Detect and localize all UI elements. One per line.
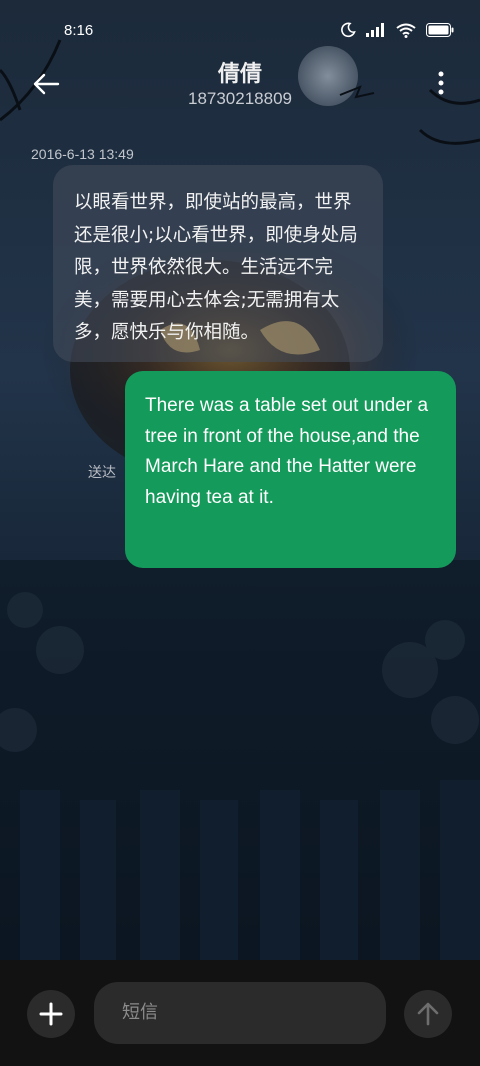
status-bar: 8:16 — [0, 0, 480, 60]
incoming-message-text: 以眼看世界，即使站的最高，世界还是很小;以心看世界，即使身处局限，世界依然很大。… — [74, 192, 358, 343]
battery-icon — [426, 23, 454, 37]
status-icons — [340, 22, 454, 38]
signal-icon — [366, 23, 384, 37]
message-timestamp: 2016-6-13 13:49 — [31, 146, 134, 162]
send-button[interactable] — [404, 990, 452, 1038]
arrow-up-icon — [417, 1002, 439, 1026]
contact-number: 18730218809 — [187, 89, 292, 108]
contact-name: 倩倩 — [217, 61, 262, 86]
status-time: 8:16 — [64, 22, 94, 39]
conversation-header: 倩倩 18730218809 — [0, 56, 480, 116]
outgoing-message-text: There was a table set out under a tree i… — [145, 395, 429, 508]
outgoing-message-bubble[interactable]: There was a table set out under a tree i… — [125, 371, 456, 568]
message-input-placeholder: 短信 — [122, 1002, 158, 1023]
plus-icon — [39, 1002, 63, 1026]
more-vertical-icon[interactable] — [436, 70, 446, 96]
message-input[interactable]: 短信 — [94, 982, 386, 1044]
moon-icon — [341, 22, 356, 38]
wifi-icon — [396, 23, 416, 38]
incoming-message-bubble[interactable]: 以眼看世界，即使站的最高，世界还是很小;以心看世界，即使身处局限，世界依然很大。… — [53, 165, 383, 362]
delivery-status: 送达 — [88, 464, 116, 480]
add-attachment-button[interactable] — [27, 990, 75, 1038]
